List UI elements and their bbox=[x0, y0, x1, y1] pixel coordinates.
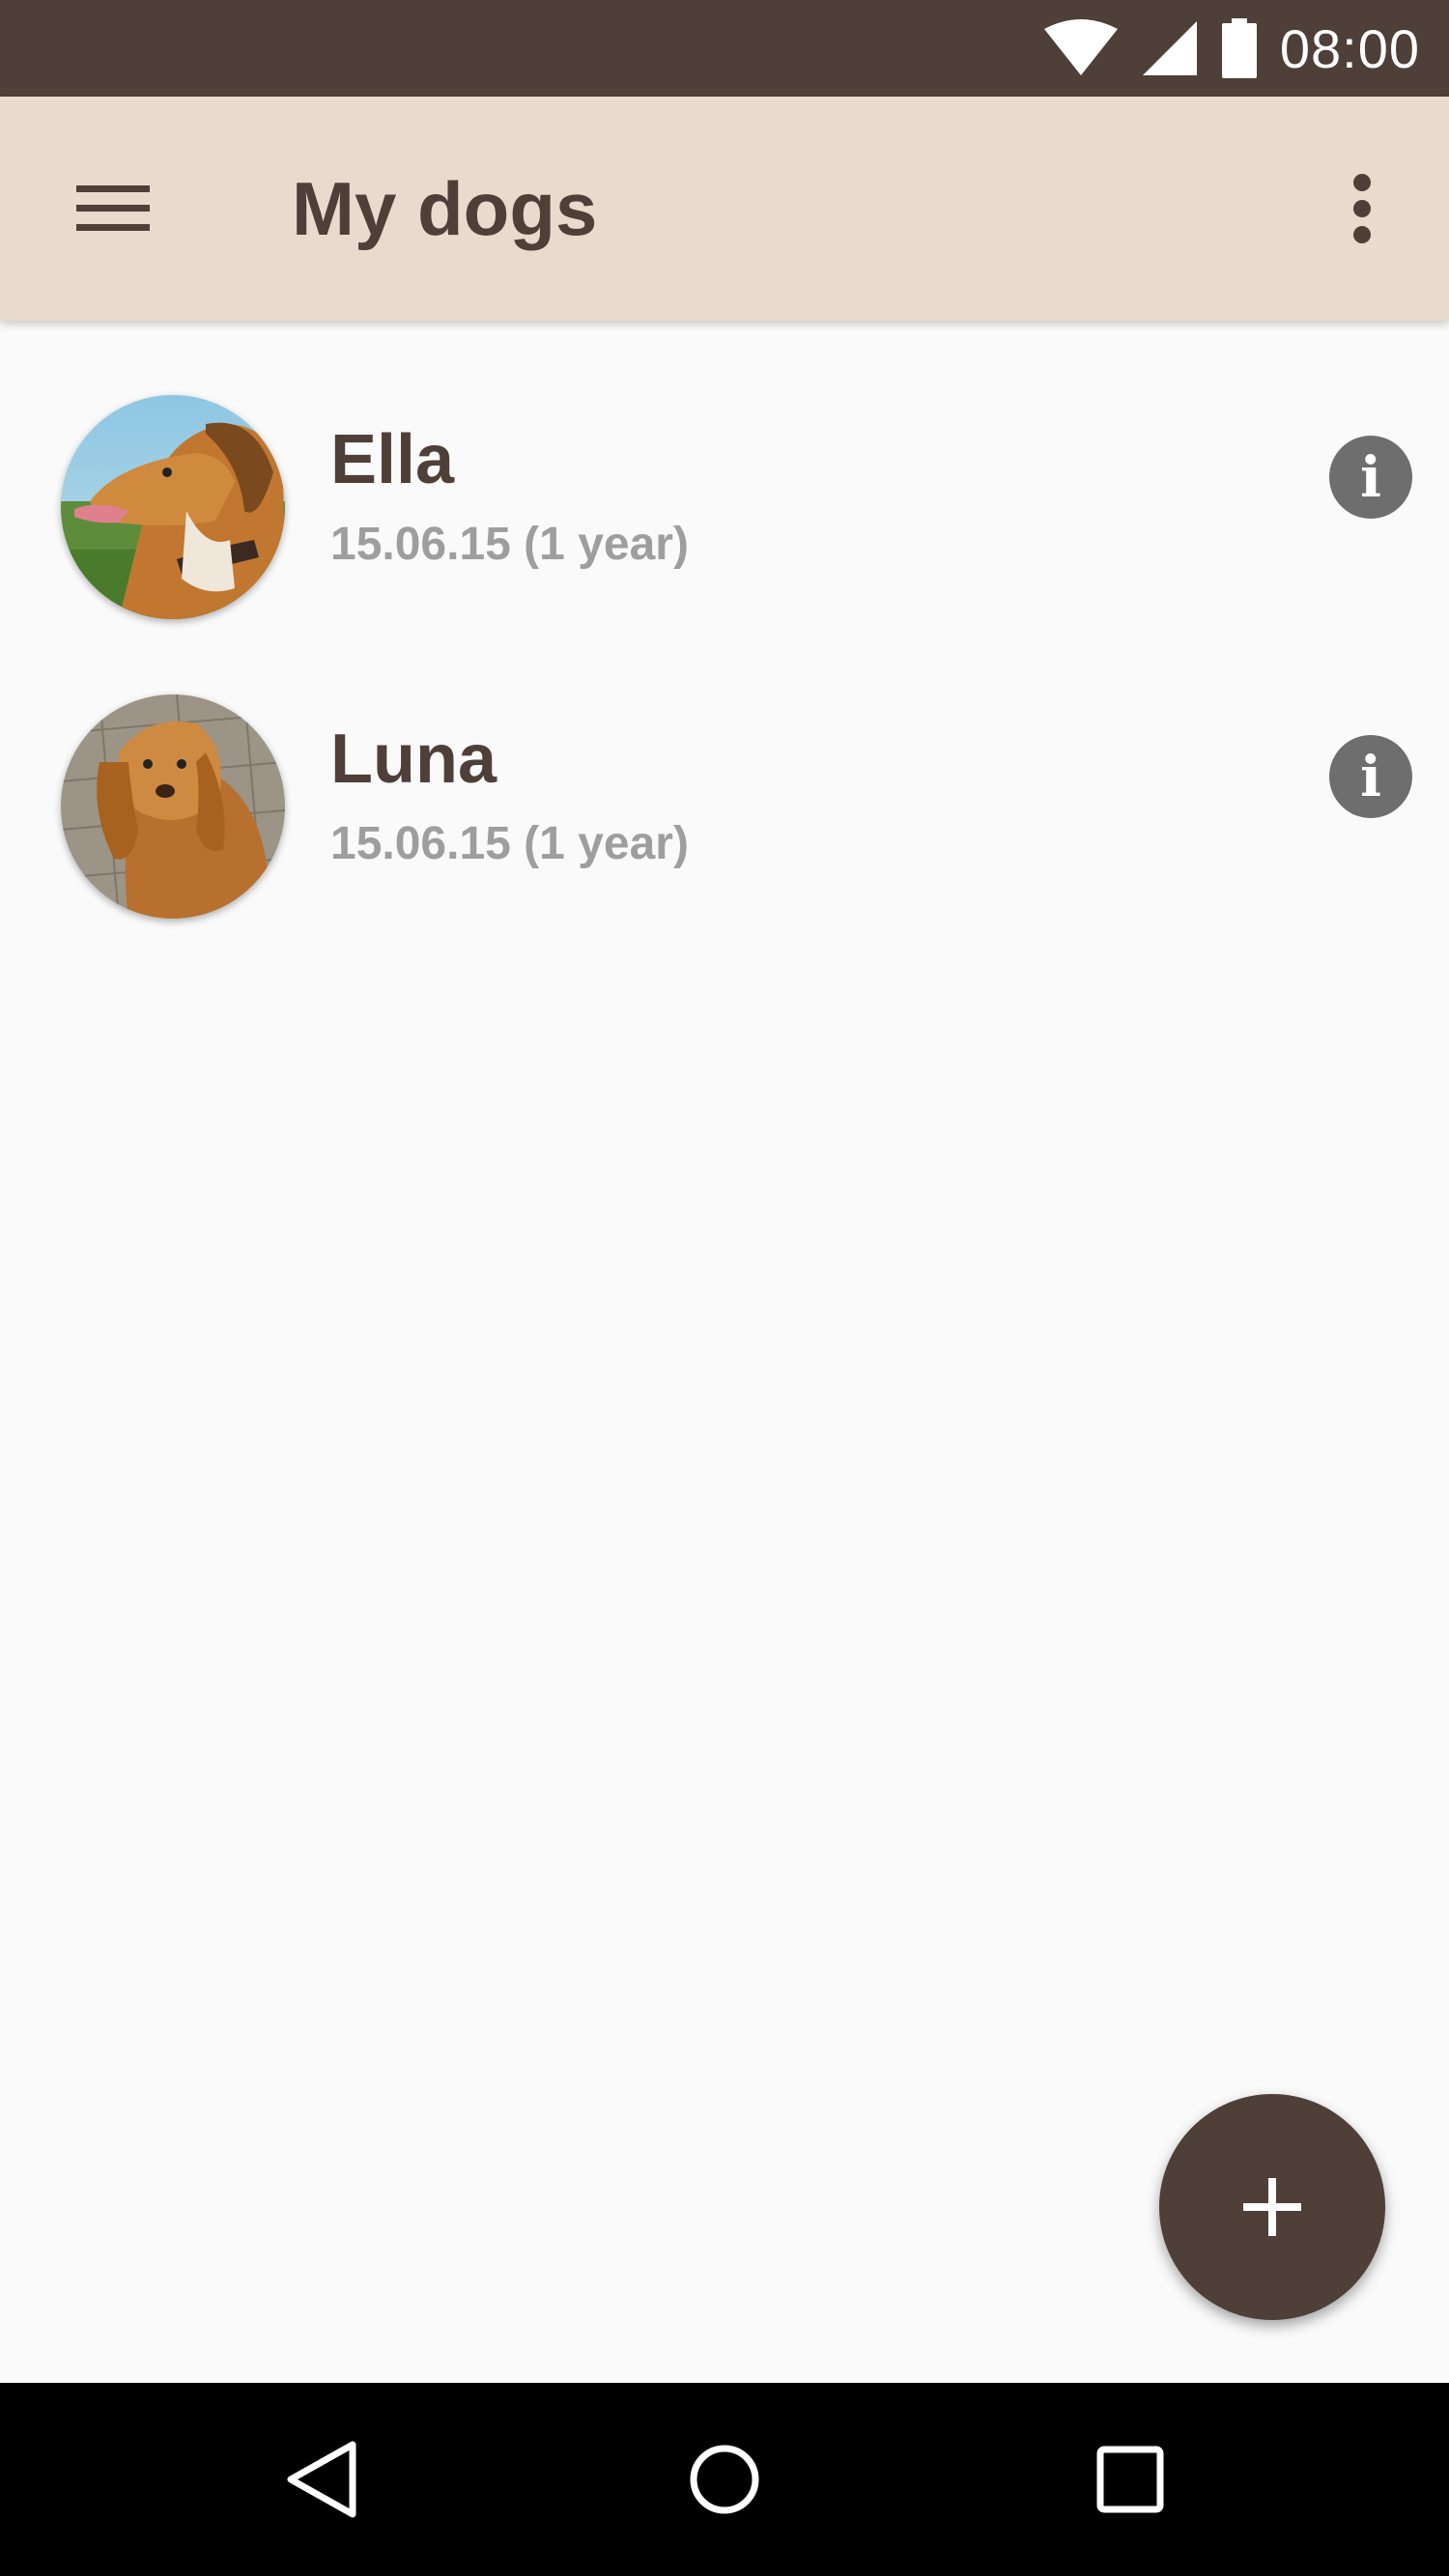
app-bar: My dogs bbox=[0, 97, 1449, 321]
status-bar: 08:00 bbox=[0, 0, 1449, 97]
status-time: 08:00 bbox=[1279, 17, 1420, 79]
dog-photo-ella bbox=[61, 395, 285, 619]
status-icons: 08:00 bbox=[1042, 0, 1420, 97]
back-icon bbox=[287, 2441, 356, 2518]
dog-list: Ella 15.06.15 (1 year) i Luna 15.06.15 (… bbox=[0, 359, 1449, 958]
wifi-icon bbox=[1043, 19, 1118, 75]
overflow-menu-button[interactable] bbox=[1314, 160, 1410, 257]
dog-list-item-luna[interactable]: Luna 15.06.15 (1 year) i bbox=[0, 659, 1449, 958]
navigation-bar bbox=[0, 2383, 1449, 2576]
add-dog-button[interactable] bbox=[1159, 2094, 1385, 2320]
back-button[interactable] bbox=[225, 2383, 418, 2576]
info-button[interactable]: i bbox=[1329, 436, 1412, 519]
dog-name: Luna bbox=[330, 721, 497, 798]
cell-signal-icon bbox=[1142, 21, 1197, 75]
battery-icon bbox=[1221, 18, 1257, 78]
dog-avatar-ella bbox=[61, 395, 285, 619]
info-icon: i bbox=[1359, 744, 1382, 809]
recents-icon bbox=[1096, 2446, 1164, 2513]
more-vert-icon bbox=[1353, 174, 1371, 243]
dog-photo-luna bbox=[61, 694, 285, 919]
dog-avatar-luna bbox=[61, 694, 285, 919]
dog-date: 15.06.15 (1 year) bbox=[330, 818, 689, 869]
info-icon: i bbox=[1359, 444, 1382, 510]
dog-list-item-ella[interactable]: Ella 15.06.15 (1 year) i bbox=[0, 359, 1449, 659]
dog-date: 15.06.15 (1 year) bbox=[330, 519, 689, 570]
info-button[interactable]: i bbox=[1329, 735, 1412, 818]
plus-icon bbox=[1243, 2178, 1301, 2236]
home-button[interactable] bbox=[628, 2383, 821, 2576]
home-icon bbox=[690, 2445, 759, 2514]
page-title: My dogs bbox=[292, 165, 598, 251]
recents-button[interactable] bbox=[1034, 2383, 1227, 2576]
menu-button[interactable] bbox=[48, 160, 178, 257]
dog-name: Ella bbox=[330, 421, 455, 498]
hamburger-menu-icon bbox=[76, 185, 150, 231]
